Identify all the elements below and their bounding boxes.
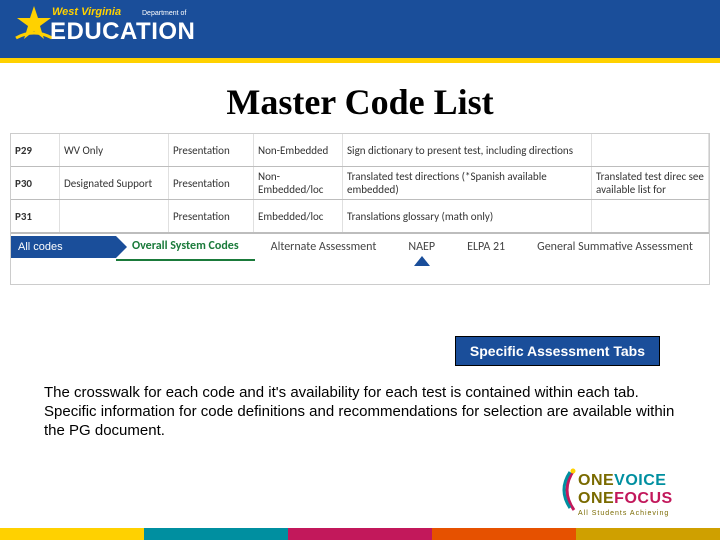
footer-color-stripe [0,528,720,540]
one-voice-one-focus-logo: ONE VOICE ONE FOCUS All Students Achievi… [562,472,702,524]
cell-desc: Translated test directions (*Spanish ava… [343,167,592,199]
logo-swoosh-icon [556,468,578,517]
cell-code: P31 [11,200,60,232]
logo-word-voice: VOICE [614,472,666,490]
cell-emb: Non-Embedded [254,134,343,166]
tab-elpa21[interactable]: ELPA 21 [451,234,521,260]
cell-extra [592,200,709,232]
table-row: P31 Presentation Embedded/loc Translatio… [11,200,709,233]
logo-word-one2: ONE [578,490,614,508]
code-table-screenshot: P29 WV Only Presentation Non-Embedded Si… [10,133,710,285]
cell-pres: Presentation [169,200,254,232]
header-band: West Virginia Department of EDUCATION [0,0,720,58]
all-codes-label: All codes [18,241,63,253]
tab-label: Overall System Codes [132,239,239,253]
cell-desc: Translations glossary (math only) [343,200,592,232]
body-paragraph: The crosswalk for each code and it's ava… [44,384,674,439]
callout-text: Specific Assessment Tabs [470,343,645,359]
cell-pres: Presentation [169,134,254,166]
tab-label: ELPA 21 [467,240,505,254]
cell-extra [592,134,709,166]
tab-label: Alternate Assessment [271,240,377,254]
header-accent-strip [0,58,720,63]
cell-wv: WV Only [60,134,169,166]
logo-star-icon [14,4,54,44]
logo-text-main: EDUCATION [50,18,195,46]
body-text: The crosswalk for each code and it's ava… [44,384,676,440]
all-codes-callout-arrow: All codes [10,236,116,258]
tab-naep[interactable]: NAEP [392,234,451,260]
cell-emb: Embedded/loc [254,200,343,232]
cell-code: P29 [11,134,60,166]
cell-emb: Non-Embedded/loc [254,167,343,199]
cell-pres: Presentation [169,167,254,199]
wv-edu-logo: West Virginia Department of EDUCATION [14,4,234,54]
tab-general-summative[interactable]: General Summative Assessment [521,234,709,260]
tab-overall-system-codes[interactable]: Overall System Codes [116,233,255,261]
tabs-row: All codes Overall System Codes Alternate… [11,233,709,260]
logo-tagline: All Students Achieving [578,510,702,517]
tab-label: General Summative Assessment [537,240,693,254]
logo-word-one: ONE [578,472,614,490]
specific-assessment-callout: Specific Assessment Tabs [455,336,660,366]
table-row: P30 Designated Support Presentation Non-… [11,167,709,200]
cell-desc: Sign dictionary to present test, includi… [343,134,592,166]
cell-wv [60,200,169,232]
logo-text-sub: Department of [142,10,186,17]
arrow-up-icon [414,256,430,270]
table-row: P29 WV Only Presentation Non-Embedded Si… [11,134,709,167]
cell-extra: Translated test direc see available list… [592,167,709,199]
logo-word-focus: FOCUS [614,490,673,508]
slide-title: Master Code List [0,81,720,123]
cell-code: P30 [11,167,60,199]
tab-label: NAEP [408,240,435,254]
tab-alternate-assessment[interactable]: Alternate Assessment [255,234,393,260]
logo-text-top: West Virginia [52,6,121,18]
cell-wv: Designated Support [60,167,169,199]
